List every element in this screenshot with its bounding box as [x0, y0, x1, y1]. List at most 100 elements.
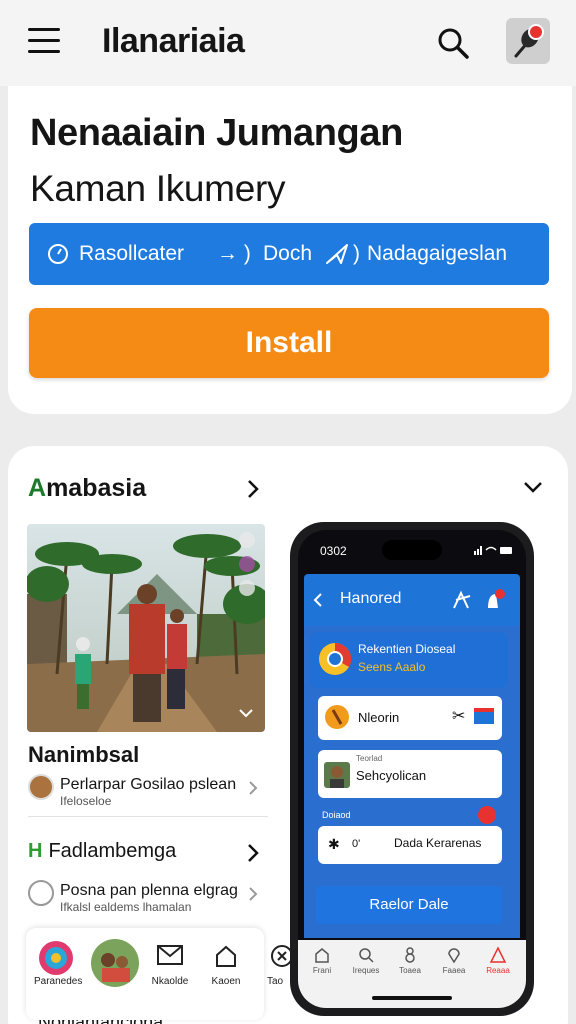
- card3-left-text: 0': [352, 838, 361, 850]
- phone-card-1[interactable]: Nleorin ✂: [318, 696, 502, 740]
- radio-circle-icon[interactable]: [28, 880, 54, 906]
- bell-icon[interactable]: [482, 588, 506, 612]
- notification-pin-button[interactable]: [506, 18, 550, 64]
- nav-label: Tao: [266, 976, 284, 987]
- status-time: 0302: [320, 544, 347, 558]
- red-badge-icon: [478, 806, 496, 824]
- user-avatar-icon: [324, 762, 350, 788]
- subsection-title-text: Fadlambemga: [48, 840, 177, 862]
- story-row-meta: Ifeloseloe: [60, 794, 112, 808]
- bottom-navigation: Paranedes Nkaolde Kaoen Tao: [26, 928, 290, 1020]
- top-app-bar: Ilanariaia: [0, 0, 576, 86]
- phone-nav-label: Ireques: [352, 966, 380, 975]
- phone-nav-label: Frani: [312, 966, 332, 975]
- phone-nav-label: Reaaa: [486, 966, 510, 975]
- close-circle-icon: [271, 945, 290, 967]
- phone-section-label: Doiaod: [322, 810, 351, 820]
- phone-nav-people[interactable]: Toaea: [390, 946, 430, 975]
- action-item-3[interactable]: Nadagaigeslan: [367, 223, 507, 285]
- story-photo[interactable]: [27, 524, 265, 732]
- subsection-badge: H: [28, 840, 43, 862]
- village-photo-image: [27, 524, 265, 732]
- phone-header-title: Hanored: [340, 590, 402, 607]
- hero-title: Nenaaiain Jumangan: [30, 112, 403, 154]
- card1-text: Nleorin: [358, 710, 400, 725]
- divider: [28, 816, 268, 817]
- sparkle-icon[interactable]: [450, 590, 472, 610]
- notification-dot: [528, 24, 544, 40]
- phone-nav-location[interactable]: Faaea: [434, 946, 474, 975]
- home-icon: [216, 945, 236, 967]
- nav-item-home[interactable]: Kaoen: [206, 928, 246, 1020]
- action-item-1[interactable]: Rasollcater: [79, 223, 184, 285]
- phone-card-3[interactable]: ✱ 0' Dada Kerarenas: [318, 826, 502, 864]
- chrome-logo-icon: [319, 642, 352, 675]
- phone-cta-button[interactable]: Raelor Dale: [316, 886, 502, 924]
- phone-screen: 0302 Hanored Rekentien Dioseal Seens Aaa…: [298, 530, 526, 1008]
- phone-nav-home[interactable]: Frani: [302, 946, 342, 975]
- home-indicator: [372, 996, 452, 1000]
- flag-icon: [474, 708, 494, 724]
- chevron-down-icon[interactable]: [522, 480, 544, 494]
- hamburger-menu-icon[interactable]: [28, 28, 60, 56]
- option-row-title: Posna pan plenna elgrag: [60, 882, 238, 899]
- option-row-meta: Ifkalsl ealdems lhamalan: [60, 900, 192, 914]
- search-icon[interactable]: [436, 26, 470, 60]
- title-card-line1: Rekentien Dioseal: [358, 642, 456, 656]
- colorful-app-icon: [39, 941, 73, 975]
- nav-label: Paranedes: [34, 976, 83, 987]
- alert-triangle-icon: [489, 946, 507, 963]
- phone-title-card[interactable]: Rekentien Dioseal Seens Aaalo: [310, 632, 508, 688]
- arrow-right-icon: → ): [217, 242, 251, 265]
- nav-item-paranedes[interactable]: Paranedes: [34, 928, 83, 1020]
- location-pin-icon: [448, 948, 460, 964]
- phone-status-bar: 0302: [298, 530, 526, 570]
- people-icon: [405, 947, 415, 963]
- section-title-initial: A: [28, 474, 47, 502]
- install-button[interactable]: Install: [29, 308, 549, 378]
- story-title[interactable]: Nanimbsal: [28, 742, 139, 768]
- card2-text: Sehcyolican: [356, 768, 427, 783]
- phone-mockup: 0302 Hanored Rekentien Dioseal Seens Aaa…: [290, 522, 534, 1016]
- chevron-right-icon[interactable]: [248, 886, 258, 902]
- tools-icon[interactable]: ✂: [452, 706, 465, 726]
- chevron-right-icon[interactable]: [248, 780, 258, 796]
- clock-icon: [48, 244, 68, 264]
- chevron-right-icon[interactable]: [246, 842, 260, 864]
- section-title[interactable]: Amabasia: [28, 474, 146, 503]
- nav-label: Kaoen: [211, 976, 241, 987]
- hero-subtitle: Kaman Ikumery: [30, 168, 286, 209]
- subsection-title[interactable]: H Fadlambemga: [28, 840, 176, 863]
- app-title: Ilanariaia: [102, 22, 245, 60]
- nav-item-photo[interactable]: [88, 928, 140, 1020]
- section-title-rest: mabasia: [46, 474, 147, 502]
- nav-item-messages[interactable]: Nkaolde: [150, 928, 190, 1020]
- home-icon: [315, 948, 329, 963]
- title-card-line2: Seens Aaalo: [358, 660, 426, 674]
- phone-nav-label: Toaea: [399, 966, 421, 975]
- card2-label: Teorlad: [356, 754, 383, 763]
- avatar: [28, 774, 54, 800]
- hero-card: Nenaaiain Jumangan Kaman Ikumery Rasollc…: [8, 86, 572, 414]
- back-arrow-icon[interactable]: [312, 592, 324, 608]
- app-avatar-icon: [325, 705, 349, 729]
- phone-nav-search[interactable]: Ireques: [346, 946, 386, 975]
- puzzle-icon: ✱: [328, 836, 340, 852]
- paren-divider: ): [353, 242, 360, 265]
- action-item-2[interactable]: Doch: [263, 223, 312, 285]
- family-avatar-icon: [91, 939, 139, 987]
- mail-icon: [157, 945, 183, 965]
- chevron-right-icon[interactable]: [246, 478, 260, 500]
- pin-icon: [514, 28, 539, 58]
- card3-right-text: Dada Kerarenas: [394, 836, 482, 850]
- story-row-title: Perlarpar Gosilao pslean: [60, 776, 237, 793]
- search-icon: [359, 948, 374, 963]
- nav-item-more[interactable]: Tao: [260, 928, 290, 1020]
- action-bar[interactable]: Rasollcater → ) Doch ) Nadagaigeslan: [29, 223, 549, 285]
- phone-nav-label: Faaea: [442, 966, 466, 975]
- phone-header: Hanored: [304, 574, 520, 626]
- dynamic-island: [382, 540, 442, 560]
- phone-card-2[interactable]: Teorlad Sehcyolican: [318, 750, 502, 798]
- nav-label: Nkaolde: [151, 976, 189, 987]
- phone-nav-alerts[interactable]: Reaaa: [478, 946, 518, 975]
